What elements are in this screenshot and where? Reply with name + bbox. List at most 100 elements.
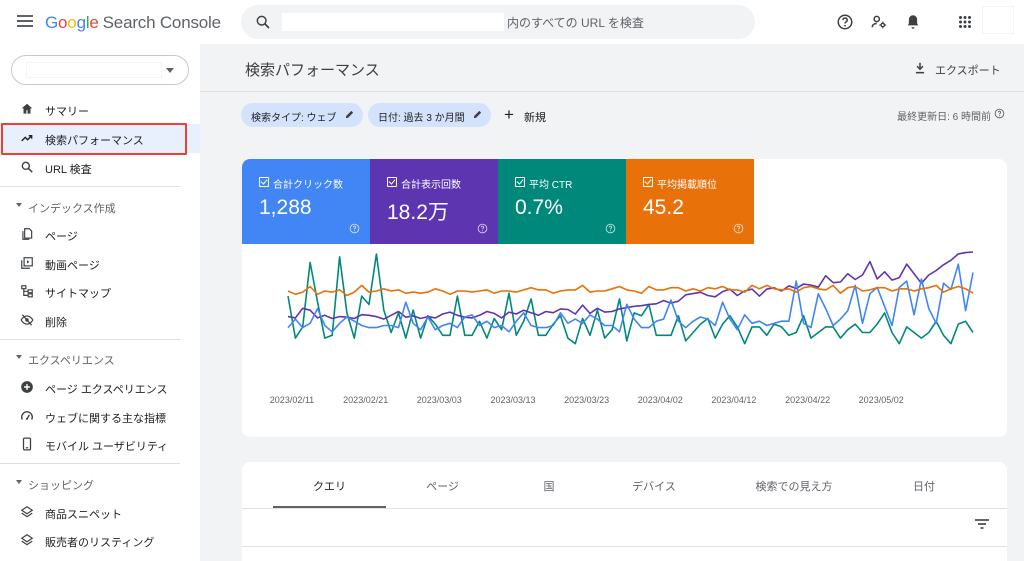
active-item-highlight-box [1,123,187,155]
collapse-arrow-icon [16,480,22,484]
sidebar-section-shopping[interactable]: ショッピング [0,471,200,495]
tab-queries[interactable]: クエリ [273,462,386,508]
metric-label: 合計クリック数 [273,180,343,191]
main-content: 検索パフォーマンス エクスポート 検索タイプ: ウェブ 日付: 過去 3 か月間… [200,44,1024,561]
x-tick-label: 2023/03/23 [564,395,609,405]
apps-grid-icon[interactable] [956,13,974,31]
notifications-icon[interactable] [904,13,922,31]
section-title: エクスペリエンス [28,355,115,367]
sidebar-item-product-snippets[interactable]: 商品スニペット [0,498,200,527]
sidebar-item-label: サマリー [45,106,89,118]
performance-line-chart: 2023/02/11 2023/02/21 2023/03/03 2023/03/13… [270,251,974,405]
sidebar-item-label: 販売者のリスティング [45,537,155,549]
sidebar-item-label: 動画ページ [45,260,100,272]
filter-chip-date[interactable]: 日付: 過去 3 か月間 [368,103,491,127]
series-line-impressions [287,251,974,320]
series-line-ctr [287,253,974,345]
sidebar-item-url-inspection[interactable]: URL 検査 [0,153,200,182]
checkbox-checked-icon[interactable] [643,177,653,187]
sidebar-item-label: ページ エクスペリエンス [45,384,168,396]
add-icon: + [504,105,514,124]
tab-countries[interactable]: 国 [499,462,599,508]
checkbox-checked-icon[interactable] [259,177,269,187]
metric-total-clicks[interactable]: 合計クリック数 1,288 [242,159,370,244]
add-filter-label: 新規 [524,112,546,124]
collapse-arrow-icon [16,203,22,207]
checkbox-checked-icon[interactable] [387,177,397,187]
sidebar-section-experience[interactable]: エクスペリエンス [0,346,200,370]
help-icon[interactable] [477,223,488,234]
sidebar-item-summary[interactable]: サマリー [0,95,200,124]
speed-icon [21,411,33,420]
metric-total-impressions[interactable]: 合計表示回数 18.2万 [370,159,498,244]
tab-label: 日付 [913,481,935,493]
help-icon[interactable] [994,108,1005,119]
edit-icon [345,110,354,119]
url-inspection-search[interactable]: 内のすべての URL を検査 [241,5,755,39]
last-updated-text: 最終更新日: 6 時間前 [897,112,991,123]
sidebar-item-label: ページ [45,231,78,243]
sidebar-section-indexing[interactable]: インデックス作成 [0,194,200,218]
dimension-tabs-card: クエリ ページ 国 デバイス 検索での見え方 日付 [242,462,1007,561]
x-tick-label: 2023/04/22 [785,395,830,405]
metric-average-ctr[interactable]: 平均 CTR 0.7% [498,159,626,244]
add-circle-icon [21,381,33,393]
table-header-divider [242,546,1007,547]
visibility-off-icon [20,314,34,326]
checkbox-checked-icon[interactable] [515,177,525,187]
help-icon[interactable] [733,223,744,234]
sidebar-item-label: URL 検査 [45,164,92,176]
pages-icon [22,228,33,240]
tab-dates[interactable]: 日付 [879,462,969,508]
x-tick-label: 2023/05/02 [859,395,904,405]
help-icon[interactable] [349,223,360,234]
sidebar-item-pages[interactable]: ページ [0,220,200,249]
top-app-bar: Google Search Console 内のすべての URL を検査 [0,0,1024,44]
metric-average-position[interactable]: 平均掲載順位 45.2 [626,159,754,244]
layers-icon [20,534,34,546]
metric-label: 合計表示回数 [401,180,461,191]
sidebar-item-label: ウェブに関する主な指標 [45,413,166,425]
manage-accounts-icon[interactable] [870,13,888,31]
x-tick-label: 2023/04/02 [638,395,683,405]
sidebar-item-video-pages[interactable]: 動画ページ [0,249,200,278]
layers-icon [20,506,34,518]
tab-pages[interactable]: ページ [386,462,499,508]
tab-label: 国 [543,481,555,493]
filter-list-icon[interactable] [975,519,989,529]
export-label: エクスポート [935,65,1001,77]
sidebar-item-merchant-listings[interactable]: 販売者のリスティング [0,526,200,555]
search-placeholder: 内のすべての URL を検査 [507,16,644,30]
x-tick-label: 2023/04/12 [711,395,756,405]
metric-label: 平均 CTR [529,180,573,191]
filter-chip-search-type[interactable]: 検索タイプ: ウェブ [241,103,363,127]
collapse-arrow-icon [16,355,22,359]
tabs-divider [242,508,1007,509]
tab-search-appearance[interactable]: 検索での見え方 [709,462,879,508]
account-avatar[interactable] [982,6,1014,34]
help-icon[interactable] [605,223,616,234]
menu-icon[interactable] [17,15,33,27]
app-logo[interactable]: Google Search Console [45,13,221,33]
filter-chip-label: 検索タイプ: ウェブ [251,113,337,124]
sidebar-item-core-web-vitals[interactable]: ウェブに関する主な指標 [0,402,200,431]
x-tick-label: 2023/02/21 [343,395,388,405]
sidebar-item-page-experience[interactable]: ページ エクスペリエンス [0,373,200,402]
metric-value: 45.2 [643,196,684,219]
search-icon [21,161,33,173]
metric-value: 0.7% [515,196,563,219]
tab-label: 検索での見え方 [755,481,833,493]
performance-chart-card: 合計クリック数 1,288 合計表示回数 18.2万 平均 CTR 0.7% 平均掲載順位 4… [242,159,1007,437]
property-selector[interactable] [11,55,189,85]
dropdown-arrow-icon [166,68,174,73]
sidebar-item-mobile-usability[interactable]: モバイル ユーザビリティ [0,430,200,459]
sidebar-item-sitemaps[interactable]: サイトマップ [0,277,200,306]
search-console-app: Google Search Console 内のすべての URL を検査 サマリー… [0,0,1024,561]
page-header: 検索パフォーマンス エクスポート [200,44,1024,92]
tab-devices[interactable]: デバイス [599,462,709,508]
sidebar-item-label: サイトマップ [45,288,111,300]
sidebar-item-label: 削除 [45,317,67,329]
x-tick-label: 2023/03/13 [490,395,535,405]
help-icon[interactable] [836,13,854,31]
sidebar-item-removals[interactable]: 削除 [0,306,200,335]
